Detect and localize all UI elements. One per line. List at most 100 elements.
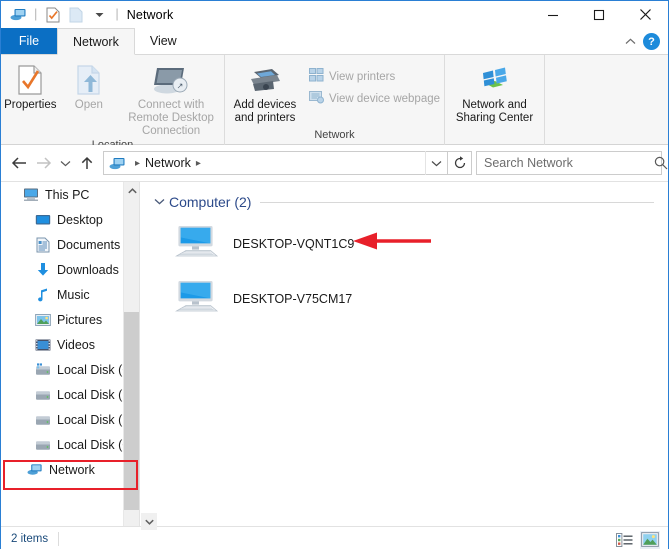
drive-icon (35, 437, 51, 453)
tab-file[interactable]: File (1, 28, 57, 54)
breadcrumb[interactable]: ▸ Network ▸ (103, 151, 448, 175)
sidebar-item-local-disk-f[interactable]: Local Disk (F:) (1, 407, 139, 432)
breadcrumb-item-network[interactable]: Network (145, 156, 191, 170)
title-bar: | | Network (1, 1, 668, 28)
sidebar-label: Music (57, 287, 90, 302)
list-item[interactable]: DESKTOP-VQNT1C9 (175, 221, 668, 267)
collapse-ribbon-icon[interactable] (621, 33, 639, 51)
desktop-icon (35, 212, 51, 228)
scrollbar-thumb[interactable] (124, 312, 139, 510)
view-printers-button[interactable]: View printers (305, 66, 444, 88)
properties-icon (16, 63, 44, 97)
sidebar-item-videos[interactable]: Videos (1, 332, 139, 357)
network-sharing-center-button[interactable]: Network and Sharing Center (449, 59, 541, 125)
computer-icon (175, 277, 219, 322)
music-icon (35, 287, 51, 303)
group-header-computer[interactable]: Computer (2) (154, 191, 668, 213)
main-area: This PC Desktop Documents Downloads Musi… (1, 181, 668, 526)
large-icons-view-button[interactable] (640, 530, 660, 549)
up-button[interactable] (75, 150, 99, 176)
address-dropdown-icon[interactable] (425, 151, 447, 175)
new-folder-icon[interactable] (66, 5, 86, 25)
details-view-button[interactable] (614, 531, 634, 549)
minimize-button[interactable] (530, 1, 576, 28)
navigation-pane: This PC Desktop Documents Downloads Musi… (1, 182, 139, 526)
breadcrumb-network-icon (104, 156, 130, 171)
breadcrumb-separator-1[interactable]: ▸ (130, 158, 145, 169)
tab-view[interactable]: View (135, 28, 192, 54)
group-header-label: Computer (2) (169, 194, 252, 210)
tab-strip-right-controls: ? (621, 28, 664, 55)
refresh-button[interactable] (448, 151, 472, 175)
add-devices-printers-label: Add devices and printers (233, 99, 297, 124)
sidebar-item-desktop[interactable]: Desktop (1, 207, 139, 232)
search-icon[interactable] (647, 156, 669, 170)
computer-icon (175, 222, 219, 267)
scroll-down-icon[interactable] (141, 513, 157, 530)
list-item[interactable]: DESKTOP-V75CM17 (175, 276, 668, 322)
sidebar-item-this-pc[interactable]: This PC (1, 182, 139, 207)
forward-button[interactable] (31, 150, 55, 176)
properties-icon[interactable] (43, 5, 63, 25)
tab-network[interactable]: Network (57, 28, 135, 55)
view-mode-buttons (614, 527, 660, 549)
sidebar-item-local-disk-g[interactable]: Local Disk (G:) (1, 432, 139, 457)
sidebar-label: Desktop (57, 212, 103, 227)
scroll-up-icon[interactable] (124, 182, 139, 199)
chevron-down-icon[interactable] (154, 196, 165, 208)
view-device-webpage-button[interactable]: View device webpage (305, 88, 444, 110)
network-sharing-icon (477, 63, 513, 97)
videos-icon (35, 337, 51, 353)
connect-remote-desktop-label: Connect with Remote Desktop Connection (128, 99, 214, 137)
svg-text:↗: ↗ (177, 82, 184, 91)
close-button[interactable] (622, 1, 668, 28)
status-divider (58, 532, 60, 546)
open-label: Open (74, 99, 103, 111)
printer-icon (246, 63, 284, 97)
sidebar-item-local-disk-e[interactable]: Local Disk (E:) (1, 382, 139, 407)
open-button[interactable]: Open (60, 59, 119, 112)
sidebar-item-local-disk-c[interactable]: Local Disk (C:) (1, 357, 139, 382)
remote-desktop-icon: ↗ (151, 63, 191, 97)
help-icon[interactable]: ? (643, 33, 660, 50)
search-input[interactable] (477, 155, 647, 171)
properties-button[interactable]: Properties (1, 59, 60, 112)
open-icon (75, 63, 103, 97)
downloads-icon (35, 262, 51, 278)
maximize-button[interactable] (576, 1, 622, 28)
sidebar-item-downloads[interactable]: Downloads (1, 257, 139, 282)
sidebar-item-network[interactable]: Network (1, 457, 139, 482)
quick-access-toolbar: | | (1, 5, 122, 25)
window-title: Network (126, 7, 174, 22)
qat-separator-1: | (34, 6, 38, 21)
pictures-icon (35, 312, 51, 328)
explorer-window: | | Network File Network View ? Properti… (0, 0, 669, 549)
drive-icon (35, 412, 51, 428)
sidebar-item-documents[interactable]: Documents (1, 232, 139, 257)
back-button[interactable] (7, 150, 31, 176)
network-small-buttons: View printers View device webpage (305, 59, 444, 110)
connect-remote-desktop-button[interactable]: ↗ Connect with Remote Desktop Connection (118, 59, 224, 138)
sidebar-item-music[interactable]: Music (1, 282, 139, 307)
documents-icon (35, 237, 51, 253)
window-controls (530, 1, 668, 28)
customize-qat-dropdown-icon[interactable] (89, 5, 109, 25)
ribbon-group-location: Properties Open ↗ Connect with Remote De… (1, 55, 225, 151)
file-list-pane[interactable]: Computer (2) DESKTOP-VQNT1C9 DESKTOP-V75… (140, 182, 668, 526)
sidebar-label: Documents (57, 237, 121, 252)
search-box[interactable] (476, 151, 668, 175)
properties-label: Properties (4, 99, 57, 111)
sidebar-item-pictures[interactable]: Pictures (1, 307, 139, 332)
recent-locations-dropdown-icon[interactable] (55, 150, 75, 176)
system-drive-icon (35, 362, 51, 378)
sidebar-label: Network (49, 462, 95, 477)
sidebar-label: Downloads (57, 262, 119, 277)
view-printers-label: View printers (328, 71, 396, 83)
navigation-pane-scrollbar[interactable] (123, 182, 139, 526)
ribbon: Properties Open ↗ Connect with Remote De… (1, 55, 668, 151)
network-icon (27, 462, 43, 478)
ribbon-tab-strip: File Network View ? (1, 28, 668, 55)
window-icon[interactable] (8, 5, 28, 25)
add-devices-printers-button[interactable]: Add devices and printers (225, 59, 305, 125)
breadcrumb-separator-2[interactable]: ▸ (191, 158, 206, 169)
